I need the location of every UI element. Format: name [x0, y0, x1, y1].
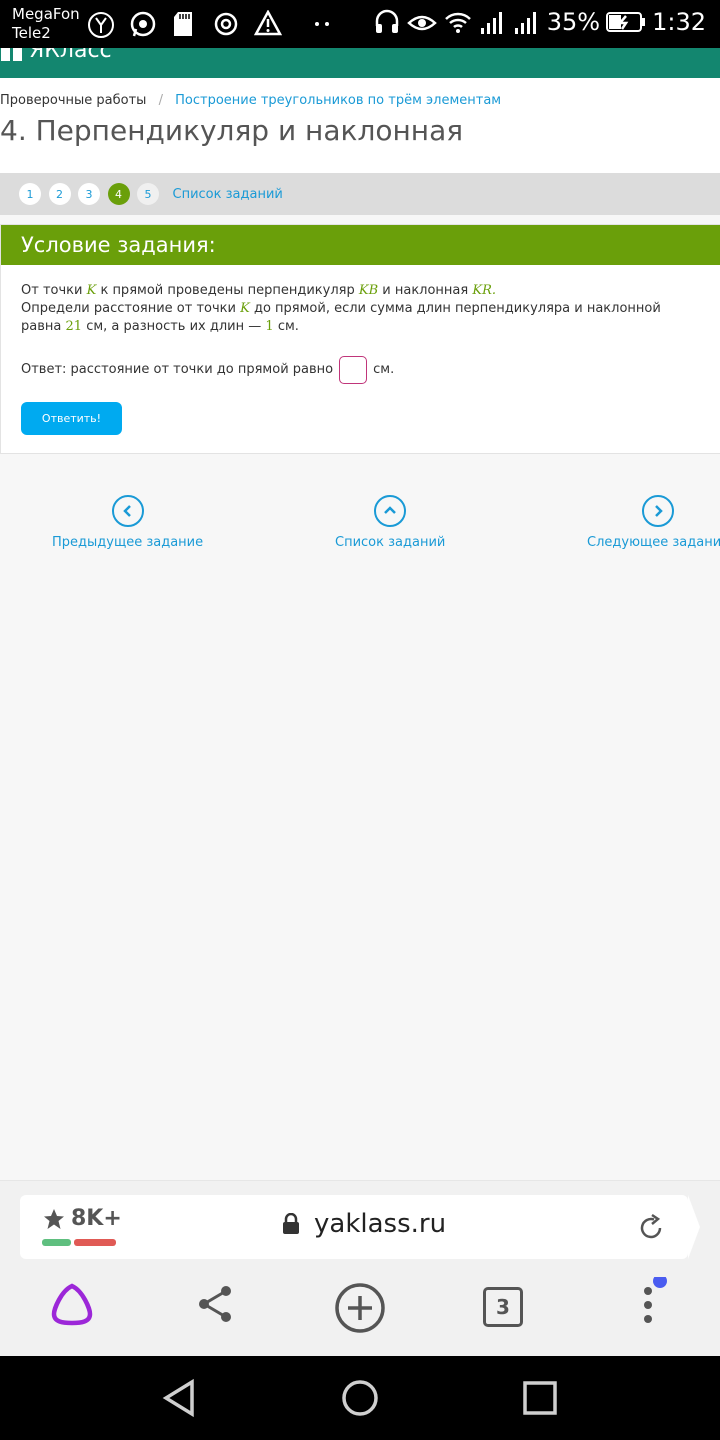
- math-number-sum: 21: [65, 319, 83, 334]
- sd-card-icon: [174, 12, 192, 36]
- browser-chrome: 8K+ yaklass.ru 3: [0, 1180, 720, 1356]
- share-icon[interactable]: [196, 1281, 236, 1327]
- battery-charging-icon: [606, 12, 646, 32]
- task-text: От точки: [21, 283, 83, 298]
- signal-1-icon: [480, 12, 502, 34]
- lock-icon: [283, 1213, 299, 1234]
- alice-assistant-icon[interactable]: [49, 1281, 95, 1327]
- back-icon[interactable]: [160, 1378, 200, 1418]
- page-title: 4. Перпендикуляр и наклонная: [0, 114, 464, 147]
- status-right: 35% 1:32: [373, 8, 706, 36]
- rating-count: 8K+: [71, 1206, 122, 1231]
- url-display[interactable]: yaklass.ru: [282, 1209, 446, 1239]
- whatsapp-icon: [130, 11, 156, 37]
- page-content: Проверочные работы / Построение треуголь…: [0, 78, 720, 1180]
- warning-icon: [254, 10, 282, 36]
- breadcrumb: Проверочные работы / Построение треуголь…: [0, 93, 501, 108]
- math-var-kb: KB: [358, 283, 379, 298]
- chevron-right-icon: [642, 495, 675, 527]
- math-dot: .: [491, 283, 496, 298]
- math-number-diff: 1: [265, 319, 274, 334]
- battery-percent: 35%: [546, 8, 601, 36]
- answer-row: Ответ: расстояние от точки до прямой рав…: [21, 356, 701, 384]
- rating-bars: [42, 1239, 116, 1246]
- math-var-kr: KR: [472, 283, 492, 298]
- page-header-area: Проверочные работы / Построение треуголь…: [0, 78, 720, 215]
- prev-task-link[interactable]: Предыдущее задание: [52, 495, 203, 550]
- eye-icon: [406, 15, 437, 31]
- carrier-1: MegaFon: [12, 5, 80, 23]
- home-icon[interactable]: [340, 1378, 380, 1418]
- task-list-link[interactable]: Список заданий: [173, 187, 283, 202]
- prev-task-label: Предыдущее задание: [52, 535, 204, 550]
- task-body: От точки K к прямой проведены перпендику…: [1, 265, 720, 435]
- carrier-2: Tele2: [12, 24, 51, 42]
- reload-icon[interactable]: [636, 1213, 666, 1243]
- headphones-icon: [375, 9, 398, 33]
- yandex-app-icon: [88, 12, 114, 38]
- task-header: Условие задания:: [1, 225, 720, 265]
- status-bar: MegaFon Tele2 35% 1:32: [0, 0, 720, 48]
- task-text-line-2: Определи расстояние от точки K до прямой…: [21, 300, 701, 336]
- chevron-left-icon: [111, 495, 144, 527]
- site-rating[interactable]: 8K+: [43, 1206, 122, 1231]
- browser-toolbar: 3: [0, 1277, 720, 1337]
- system-nav-bar: [0, 1356, 720, 1440]
- task-text: см.: [277, 319, 299, 334]
- answer-input[interactable]: [339, 356, 368, 384]
- math-var-k: K: [240, 301, 250, 316]
- pager-page-1[interactable]: 1: [19, 183, 41, 205]
- pager-page-3[interactable]: 3: [78, 183, 100, 205]
- signal-2-icon: [514, 12, 536, 34]
- star-icon: [44, 1208, 64, 1229]
- more-notifications-icon: [315, 22, 329, 26]
- carrier-info: MegaFon Tele2: [12, 5, 80, 43]
- rating-bar-positive: [42, 1239, 71, 1246]
- pager-page-2[interactable]: 2: [48, 183, 71, 205]
- menu-kebab-icon[interactable]: [634, 1277, 674, 1331]
- breadcrumb-item-topic[interactable]: Построение треугольников по трём элемент…: [175, 93, 501, 108]
- next-task-label: Следующее задание: [587, 535, 720, 550]
- clock: 1:32: [652, 8, 706, 36]
- site-header: ЯКласс: [0, 48, 720, 78]
- task-text: см, а разность их длин —: [86, 319, 262, 334]
- chevron-up-icon: [374, 495, 407, 527]
- url-text: yaklass.ru: [314, 1209, 447, 1239]
- pager-page-5[interactable]: 5: [137, 183, 159, 205]
- task-text: к прямой проведены перпендикуляр: [100, 283, 355, 298]
- breadcrumb-item-tests[interactable]: Проверочные работы: [0, 93, 146, 108]
- logo-text: ЯКласс: [29, 48, 112, 63]
- site-logo[interactable]: ЯКласс: [0, 48, 112, 63]
- pager-page-4-active[interactable]: 4: [107, 183, 130, 205]
- breadcrumb-separator: /: [158, 93, 163, 108]
- task-card: Условие задания: От точки K к прямой про…: [0, 224, 720, 454]
- task-text: и наклонная: [382, 283, 469, 298]
- address-bar[interactable]: 8K+ yaklass.ru: [20, 1195, 700, 1259]
- recents-icon[interactable]: [521, 1378, 559, 1418]
- task-list-nav-link[interactable]: Список заданий: [335, 495, 445, 550]
- task-pager: 1 2 3 4 5 Список заданий: [0, 173, 720, 215]
- answer-label: Ответ: расстояние от точки до прямой рав…: [21, 362, 334, 377]
- task-text: Определи расстояние от точки: [21, 301, 236, 316]
- task-text-line-1: От точки K к прямой проведены перпендику…: [21, 282, 701, 300]
- new-tab-icon[interactable]: [333, 1281, 387, 1335]
- wifi-icon: [444, 12, 471, 33]
- submit-answer-button[interactable]: Ответить!: [21, 402, 122, 435]
- book-icon: [1, 48, 22, 61]
- rating-bar-negative: [74, 1239, 116, 1246]
- answer-unit: см.: [373, 362, 395, 377]
- math-var-k: K: [86, 283, 97, 298]
- next-task-link[interactable]: Следующее задание: [587, 495, 720, 550]
- tabs-counter-button[interactable]: 3: [483, 1287, 523, 1327]
- task-list-label: Список заданий: [335, 535, 446, 550]
- hotspot-icon: [214, 12, 238, 36]
